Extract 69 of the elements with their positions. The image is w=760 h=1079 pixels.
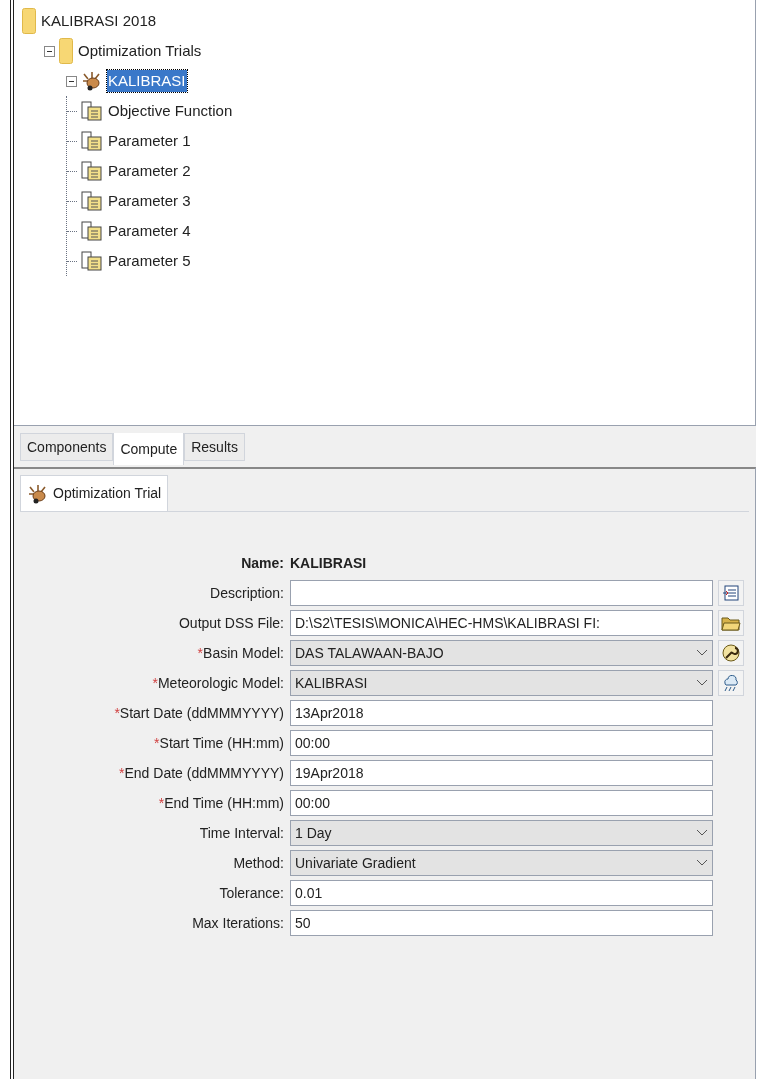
text-field[interactable]: 13Apr2018	[290, 700, 713, 726]
document-icon	[81, 251, 103, 271]
tree-item[interactable]: Parameter 3	[107, 189, 192, 213]
dropdown[interactable]: KALIBRASI	[290, 670, 713, 696]
field-label: Basin Model:	[203, 643, 284, 663]
tree-item[interactable]: Objective Function	[107, 99, 234, 123]
tab[interactable]: Compute	[113, 433, 185, 465]
collapse-icon[interactable]	[66, 75, 77, 87]
wrench-icon	[721, 643, 741, 663]
tree-item[interactable]: KALIBRASI	[107, 69, 187, 93]
bug-icon	[27, 483, 49, 504]
rain-cloud-icon	[721, 673, 741, 693]
bug-icon	[81, 71, 103, 91]
field-label: Meteorologic Model:	[157, 673, 284, 693]
field-label: Max Iterations:	[192, 913, 284, 933]
document-icon	[81, 161, 103, 181]
dropdown[interactable]: 1 Day	[290, 820, 713, 846]
field-label: Start Date (ddMMMYYYY)	[119, 703, 284, 723]
tree-item[interactable]: KALIBRASI 2018	[40, 9, 158, 33]
field-label: End Time (HH:mm)	[164, 793, 284, 813]
field-label: Description:	[210, 583, 284, 603]
tab[interactable]: Results	[184, 433, 245, 461]
chevron-down-icon	[696, 649, 708, 657]
tree-item[interactable]: Parameter 5	[107, 249, 192, 273]
tree-item[interactable]: Parameter 2	[107, 159, 192, 183]
name-label: Name:	[241, 553, 284, 573]
text-field[interactable]: 50	[290, 910, 713, 936]
folder-icon	[721, 614, 741, 632]
text-field[interactable]: D:\S2\TESIS\MONICA\HEC-HMS\KALIBRASI FI:	[290, 610, 713, 636]
required-mark: *	[119, 763, 125, 783]
tab[interactable]: Optimization Trial	[20, 475, 169, 511]
meteorologic-button[interactable]	[718, 670, 744, 696]
list-icon	[722, 584, 740, 602]
basin-button[interactable]	[718, 640, 744, 666]
collapse-icon[interactable]	[44, 45, 55, 57]
name-value: KALIBRASI	[290, 553, 367, 573]
field-label: Tolerance:	[219, 883, 284, 903]
dropdown[interactable]: Univariate Gradient	[290, 850, 713, 876]
required-mark: *	[158, 793, 165, 813]
folder-icon	[22, 8, 36, 34]
document-icon	[81, 101, 103, 121]
field-label: Method:	[233, 853, 284, 873]
tree-item[interactable]: Parameter 4	[107, 219, 192, 243]
document-icon	[81, 131, 103, 151]
chevron-down-icon	[696, 859, 708, 867]
text-field[interactable]: 0.01	[290, 880, 713, 906]
field-label: Output DSS File:	[178, 613, 284, 633]
document-icon	[81, 221, 103, 241]
document-icon	[81, 191, 103, 211]
folder-icon	[59, 38, 73, 64]
notes-button[interactable]	[718, 580, 744, 606]
field-label: Time Interval:	[199, 823, 284, 843]
tree-item[interactable]: Parameter 1	[107, 129, 192, 153]
field-label: Start Time (HH:mm)	[159, 733, 284, 753]
dropdown[interactable]: DAS TALAWAAN-BAJO	[290, 640, 713, 666]
required-mark: *	[197, 643, 204, 663]
tab[interactable]: Components	[20, 433, 114, 461]
tree-item[interactable]: Optimization Trials	[77, 39, 203, 63]
text-field[interactable]: 19Apr2018	[290, 760, 713, 786]
required-mark: *	[152, 673, 158, 693]
text-field[interactable]	[290, 580, 713, 606]
chevron-down-icon	[696, 829, 708, 837]
text-field[interactable]: 00:00	[290, 790, 713, 816]
required-mark: *	[154, 733, 160, 753]
chevron-down-icon	[696, 679, 708, 687]
text-field[interactable]: 00:00	[290, 730, 713, 756]
required-mark: *	[114, 703, 120, 723]
field-label: End Date (ddMMMYYYY)	[124, 763, 284, 783]
open-folder-button[interactable]	[718, 610, 744, 636]
